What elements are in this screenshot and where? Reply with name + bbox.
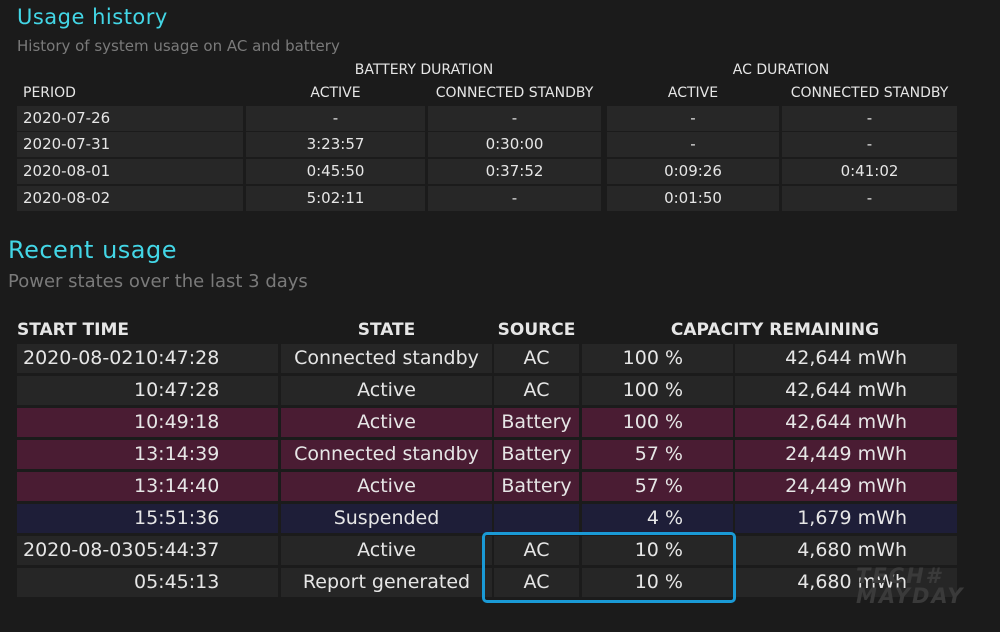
- date-cell: 2020-08-02: [17, 344, 134, 373]
- time-cell: 13:14:40: [134, 472, 278, 501]
- ac-standby-header: CONNECTED STANDBY: [790, 85, 949, 101]
- ac-active-cell: 0:01:50: [607, 186, 779, 211]
- battery-duration-group-header: BATTERY DURATION: [354, 62, 494, 78]
- ac-active-cell: -: [607, 106, 779, 131]
- date-cell: [17, 376, 134, 405]
- highlight-box: [482, 532, 736, 603]
- time-cell: 05:44:37: [134, 536, 278, 565]
- capacity-percent-cell: 100 %: [582, 408, 733, 437]
- state-cell: Suspended: [281, 504, 492, 533]
- table-row: 13:14:40 Active Battery 57 % 24,449 mWh: [17, 472, 957, 501]
- capacity-mwh-cell: 24,449 mWh: [735, 440, 957, 469]
- battery-standby-cell: -: [428, 186, 601, 211]
- period-cell: 2020-07-31: [17, 132, 243, 157]
- ac-active-cell: 0:09:26: [607, 159, 779, 184]
- source-header: SOURCE: [497, 320, 576, 340]
- period-cell: 2020-08-02: [17, 186, 243, 211]
- start-time-header: START TIME: [17, 320, 129, 340]
- ac-standby-cell: 0:41:02: [782, 159, 957, 184]
- table-row: 2020-08-01 0:45:50 0:37:52 0:09:26 0:41:…: [17, 159, 957, 184]
- capacity-mwh-cell: 42,644 mWh: [735, 344, 957, 373]
- capacity-mwh-cell: 42,644 mWh: [735, 376, 957, 405]
- capacity-percent-cell: 100 %: [582, 376, 733, 405]
- ac-duration-group-header: AC DURATION: [732, 62, 830, 78]
- state-cell: Active: [281, 472, 492, 501]
- time-cell: 05:45:13: [134, 568, 278, 597]
- date-cell: [17, 568, 134, 597]
- battery-standby-cell: -: [428, 106, 601, 131]
- capacity-percent-cell: 57 %: [582, 440, 733, 469]
- capacity-header: CAPACITY REMAINING: [670, 320, 880, 340]
- recent-usage-subtitle: Power states over the last 3 days: [8, 271, 308, 292]
- source-cell: [494, 504, 579, 533]
- date-cell: [17, 472, 134, 501]
- battery-active-cell: 5:02:11: [246, 186, 425, 211]
- capacity-mwh-cell: 24,449 mWh: [735, 472, 957, 501]
- date-cell: [17, 440, 134, 469]
- battery-active-cell: -: [246, 106, 425, 131]
- capacity-mwh-cell: 1,679 mWh: [735, 504, 957, 533]
- usage-history-subtitle: History of system usage on AC and batter…: [17, 37, 340, 55]
- table-row: 2020-08-02 10:47:28 Connected standby AC…: [17, 344, 957, 373]
- watermark-logo: TECH# MAYDAY: [856, 564, 986, 608]
- ac-active-header: ACTIVE: [667, 85, 719, 101]
- date-cell: [17, 408, 134, 437]
- table-row: 13:14:39 Connected standby Battery 57 % …: [17, 440, 957, 469]
- battery-standby-header: CONNECTED STANDBY: [435, 85, 594, 101]
- table-row: 2020-07-26 - - - -: [17, 106, 957, 131]
- capacity-percent-cell: 57 %: [582, 472, 733, 501]
- watermark-line: TECH#: [856, 564, 943, 588]
- state-cell: Active: [281, 536, 492, 565]
- recent-usage-title: Recent usage: [8, 236, 177, 264]
- time-cell: 10:49:18: [134, 408, 278, 437]
- period-cell: 2020-08-01: [17, 159, 243, 184]
- table-row: 15:51:36 Suspended 4 % 1,679 mWh: [17, 504, 957, 533]
- state-cell: Report generated: [281, 568, 492, 597]
- table-row: 10:47:28 Active AC 100 % 42,644 mWh: [17, 376, 957, 405]
- usage-history-title: Usage history: [17, 5, 168, 29]
- time-cell: 10:47:28: [134, 376, 278, 405]
- ac-standby-cell: -: [782, 106, 957, 131]
- state-header: STATE: [357, 320, 416, 340]
- date-cell: 2020-08-03: [17, 536, 134, 565]
- time-cell: 10:47:28: [134, 344, 278, 373]
- battery-standby-cell: 0:30:00: [428, 132, 601, 157]
- state-cell: Connected standby: [281, 344, 492, 373]
- state-cell: Active: [281, 408, 492, 437]
- table-row: 10:49:18 Active Battery 100 % 42,644 mWh: [17, 408, 957, 437]
- source-cell: Battery: [494, 472, 579, 501]
- battery-active-cell: 0:45:50: [246, 159, 425, 184]
- table-row: 2020-07-31 3:23:57 0:30:00 - -: [17, 132, 957, 157]
- source-cell: Battery: [494, 440, 579, 469]
- battery-standby-cell: 0:37:52: [428, 159, 601, 184]
- state-cell: Connected standby: [281, 440, 492, 469]
- table-row: 2020-08-02 5:02:11 - 0:01:50 -: [17, 186, 957, 211]
- battery-active-header: ACTIVE: [310, 85, 361, 101]
- battery-active-cell: 3:23:57: [246, 132, 425, 157]
- period-cell: 2020-07-26: [17, 106, 243, 131]
- source-cell: AC: [494, 376, 579, 405]
- watermark-line: MAYDAY: [856, 584, 965, 608]
- capacity-mwh-cell: 4,680 mWh: [735, 536, 957, 565]
- source-cell: AC: [494, 344, 579, 373]
- time-cell: 15:51:36: [134, 504, 278, 533]
- capacity-mwh-cell: 42,644 mWh: [735, 408, 957, 437]
- state-cell: Active: [281, 376, 492, 405]
- date-cell: [17, 504, 134, 533]
- capacity-percent-cell: 100 %: [582, 344, 733, 373]
- ac-active-cell: -: [607, 132, 779, 157]
- capacity-percent-cell: 4 %: [582, 504, 733, 533]
- source-cell: Battery: [494, 408, 579, 437]
- time-cell: 13:14:39: [134, 440, 278, 469]
- ac-standby-cell: -: [782, 186, 957, 211]
- ac-standby-cell: -: [782, 132, 957, 157]
- period-header: PERIOD: [23, 85, 76, 101]
